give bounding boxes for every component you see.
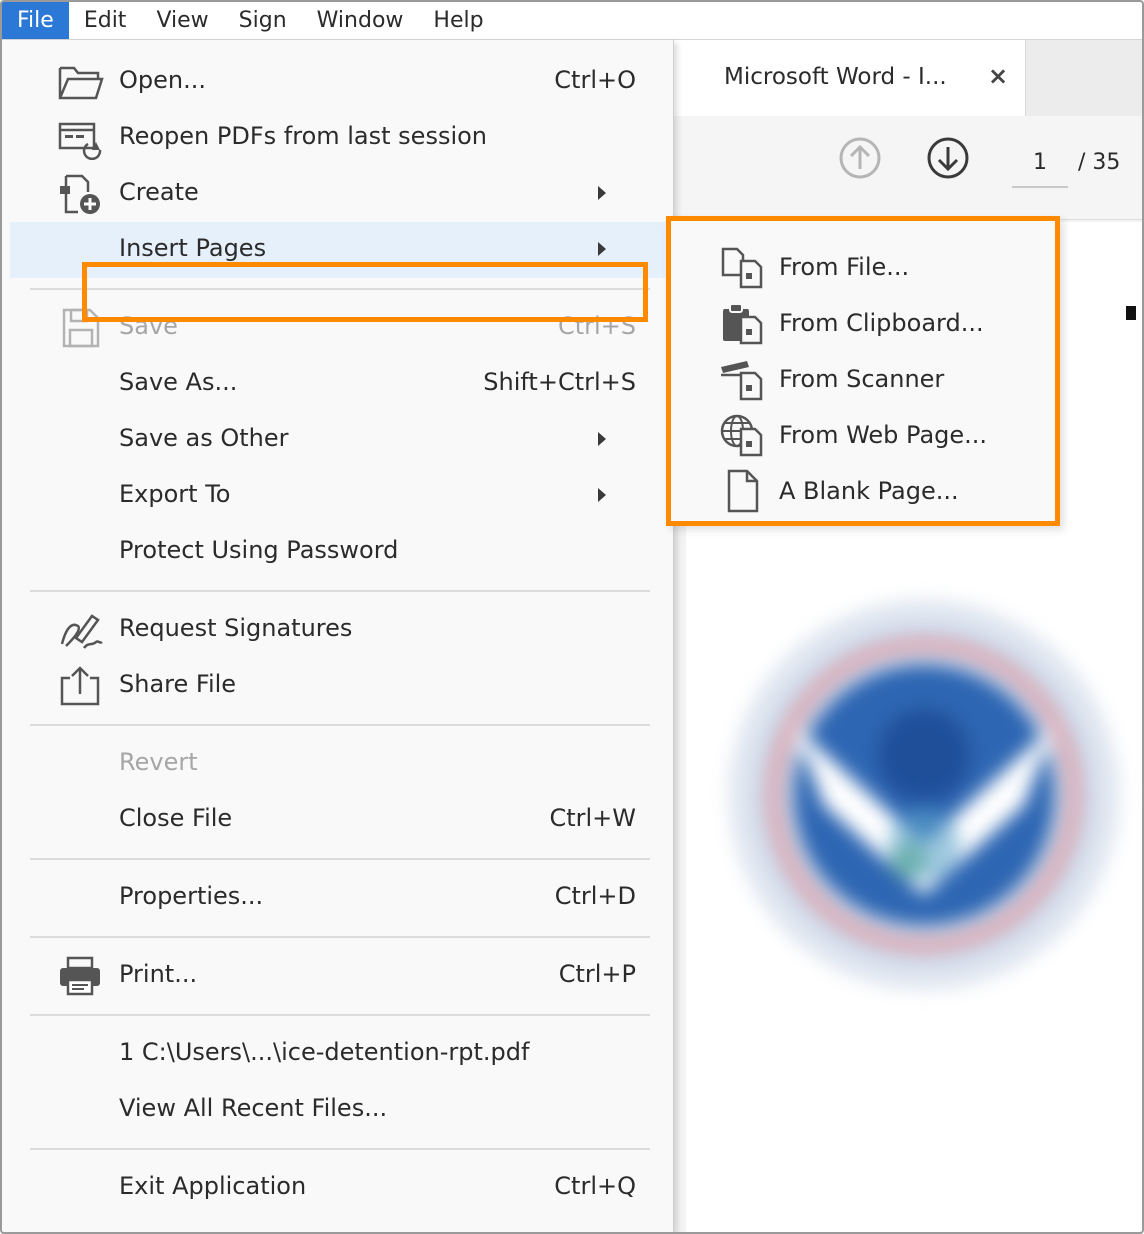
close-tab-icon[interactable]: × — [988, 62, 1008, 90]
menu-item-label: View All Recent Files... — [119, 1094, 388, 1122]
menu-bar: File Edit View Sign Window Help — [2, 2, 1142, 40]
insert-from-web-icon — [720, 414, 763, 457]
menu-item-recent-file-1[interactable]: 1 C:\Users\...\ice-detention-rpt.pdf — [2, 1026, 672, 1082]
submenu-item-from-scanner[interactable]: From Scanner — [671, 351, 1055, 407]
menu-item-shortcut: Ctrl+O — [554, 66, 636, 94]
menu-item-label: Close File — [119, 804, 233, 832]
menu-window[interactable]: Window — [302, 2, 419, 39]
menu-item-label: Print... — [119, 960, 198, 988]
insert-from-file-icon — [721, 247, 763, 289]
menu-item-label: Reopen PDFs from last session — [119, 122, 488, 150]
submenu-item-label: From Clipboard... — [779, 309, 984, 337]
submenu-arrow-icon — [598, 186, 606, 200]
blank-page-icon — [727, 469, 759, 513]
insert-pages-submenu: From File... From Clipboard... From Scan… — [666, 216, 1060, 526]
menu-item-shortcut: Ctrl+W — [549, 804, 636, 832]
menu-item-label: Exit Application — [119, 1172, 307, 1200]
menu-separator — [30, 1014, 650, 1016]
save-disk-icon — [62, 308, 100, 348]
tab-strip: Microsoft Word - I... × — [672, 40, 1142, 116]
menu-item-export-to[interactable]: Export To — [2, 468, 672, 524]
submenu-item-from-web-page[interactable]: From Web Page... — [671, 407, 1055, 463]
submenu-arrow-icon — [598, 242, 606, 256]
menu-view[interactable]: View — [141, 2, 223, 39]
menu-item-print[interactable]: Print... Ctrl+P — [2, 948, 672, 1004]
menu-item-create[interactable]: Create — [2, 166, 672, 222]
menu-item-label: Save — [119, 312, 178, 340]
share-upload-icon — [60, 666, 100, 706]
submenu-item-from-clipboard[interactable]: From Clipboard... — [671, 295, 1055, 351]
menu-item-shortcut: Ctrl+D — [554, 882, 636, 910]
menu-item-save-as-other[interactable]: Save as Other — [2, 412, 672, 468]
page-total: / 35 — [1078, 150, 1121, 175]
menu-file[interactable]: File — [2, 2, 69, 39]
menu-item-protect-password[interactable]: Protect Using Password — [2, 524, 672, 580]
menu-item-label: Open... — [119, 66, 206, 94]
menu-separator — [30, 288, 650, 290]
insert-from-clipboard-icon — [723, 303, 763, 345]
menu-item-insert-pages[interactable]: Insert Pages — [10, 222, 670, 278]
submenu-item-label: From Web Page... — [779, 421, 988, 449]
menu-item-view-all-recent[interactable]: View All Recent Files... — [2, 1082, 672, 1138]
menu-item-label: Share File — [119, 670, 237, 698]
menu-separator — [30, 858, 650, 860]
document-tab-title: Microsoft Word - I... — [724, 64, 947, 90]
page-nav-toolbar — [672, 116, 1142, 220]
menu-item-label: Save as Other — [119, 424, 289, 452]
submenu-arrow-icon — [598, 432, 606, 446]
file-menu-dropdown: Open... Ctrl+O Reopen PDFs from last ses… — [2, 40, 674, 1232]
menu-item-label: 1 C:\Users\...\ice-detention-rpt.pdf — [119, 1038, 530, 1066]
menu-separator — [30, 590, 650, 592]
menu-sign[interactable]: Sign — [224, 2, 302, 39]
menu-item-label: Create — [119, 178, 199, 206]
menu-separator — [30, 936, 650, 938]
menu-item-shortcut: Ctrl+S — [557, 312, 636, 340]
menu-item-reopen[interactable]: Reopen PDFs from last session — [2, 110, 672, 166]
page-edge-mark — [1126, 306, 1136, 320]
menu-item-label: Request Signatures — [119, 614, 353, 642]
signature-pen-icon — [60, 614, 103, 649]
submenu-item-label: A Blank Page... — [779, 477, 959, 505]
menu-item-request-signatures[interactable]: Request Signatures — [2, 602, 672, 658]
menu-item-shortcut: Ctrl+Q — [554, 1172, 636, 1200]
open-folder-icon — [58, 66, 104, 100]
submenu-arrow-icon — [598, 488, 606, 502]
submenu-item-blank-page[interactable]: A Blank Page... — [671, 463, 1055, 519]
printer-icon — [60, 956, 100, 996]
submenu-item-label: From File... — [779, 253, 910, 281]
menu-item-save-as[interactable]: Save As... Shift+Ctrl+S — [2, 356, 672, 412]
menu-item-share-file[interactable]: Share File — [2, 658, 672, 714]
menu-item-shortcut: Ctrl+P — [558, 960, 636, 988]
menu-item-save[interactable]: Save Ctrl+S — [2, 300, 672, 356]
menu-edit[interactable]: Edit — [69, 2, 142, 39]
create-pdf-icon — [60, 174, 100, 214]
document-tab[interactable]: Microsoft Word - I... × — [672, 40, 1026, 116]
menu-separator — [30, 1148, 650, 1150]
menu-item-label: Protect Using Password — [119, 536, 399, 564]
menu-item-label: Properties... — [119, 882, 264, 910]
menu-item-label: Save As... — [119, 368, 238, 396]
page-number-input[interactable]: 1 — [1012, 144, 1068, 188]
menu-item-label: Revert — [119, 748, 198, 776]
menu-item-revert[interactable]: Revert — [2, 736, 672, 792]
menu-item-label: Insert Pages — [119, 234, 267, 262]
menu-item-label: Export To — [119, 480, 231, 508]
menu-item-open[interactable]: Open... Ctrl+O — [2, 54, 672, 110]
menu-item-exit[interactable]: Exit Application Ctrl+Q — [2, 1160, 672, 1216]
previous-page-icon[interactable] — [838, 136, 882, 180]
submenu-item-label: From Scanner — [779, 365, 945, 393]
reopen-session-icon — [58, 122, 102, 160]
submenu-item-from-file[interactable]: From File... — [671, 239, 1055, 295]
menu-separator — [30, 724, 650, 726]
menu-item-properties[interactable]: Properties... Ctrl+D — [2, 870, 672, 926]
insert-from-scanner-icon — [721, 361, 763, 401]
menu-item-close-file[interactable]: Close File Ctrl+W — [2, 792, 672, 848]
menu-item-shortcut: Shift+Ctrl+S — [483, 368, 636, 396]
blurred-seal-image — [729, 600, 1119, 990]
next-page-icon[interactable] — [926, 136, 970, 180]
menu-help[interactable]: Help — [418, 2, 498, 39]
